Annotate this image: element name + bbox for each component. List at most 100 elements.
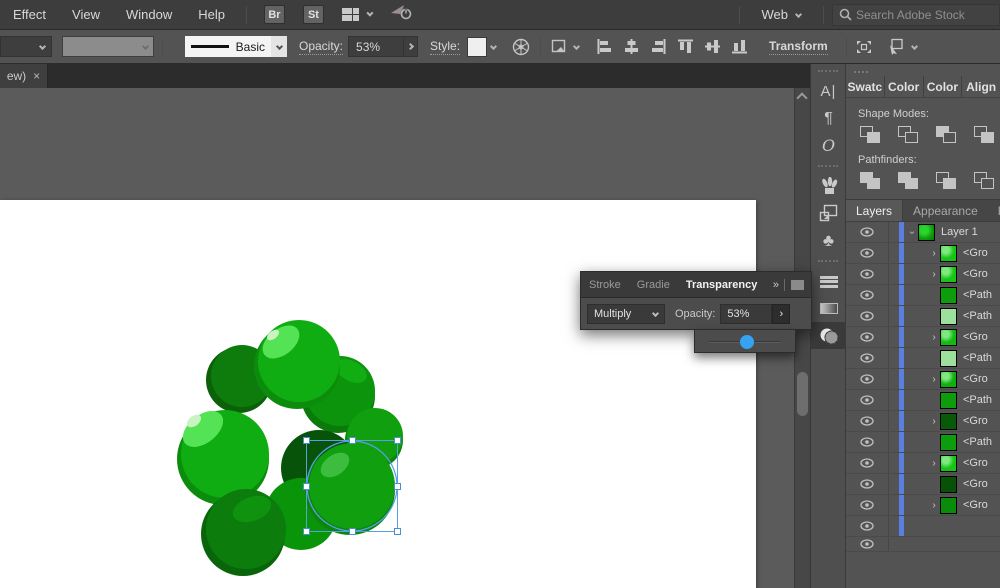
stock-button[interactable]: St bbox=[302, 5, 324, 24]
workspace-switcher-button[interactable] bbox=[341, 7, 374, 22]
share-button[interactable] bbox=[390, 4, 412, 25]
visibility-toggle[interactable] bbox=[846, 516, 889, 536]
layer-thumbnail[interactable] bbox=[940, 307, 957, 325]
layer-label[interactable]: <Gro bbox=[963, 268, 988, 280]
panel-menu-icon[interactable] bbox=[791, 279, 804, 290]
layer-row[interactable]: › <Gro bbox=[846, 327, 1000, 348]
layer-row[interactable]: <Path bbox=[846, 306, 1000, 327]
layer-row[interactable]: <Gro bbox=[846, 474, 1000, 495]
transform-panel-icon[interactable] bbox=[811, 200, 846, 227]
layer-label[interactable]: <Path bbox=[963, 289, 992, 301]
menu-effect[interactable]: Effect bbox=[0, 0, 59, 30]
handle-bottom-right[interactable] bbox=[394, 528, 401, 535]
gradient-panel-icon[interactable] bbox=[811, 295, 846, 322]
free-transform-button[interactable] bbox=[855, 39, 873, 55]
symbols-panel-icon[interactable]: ♣ bbox=[811, 227, 846, 254]
layer-row[interactable]: <Path bbox=[846, 432, 1000, 453]
opacity-value-field[interactable]: 53% bbox=[348, 36, 405, 57]
search-input[interactable] bbox=[856, 7, 974, 22]
brushes-panel-icon[interactable] bbox=[811, 173, 846, 200]
brush-definition-dropdown[interactable]: Basic bbox=[185, 36, 287, 57]
visibility-toggle[interactable] bbox=[846, 411, 889, 431]
layer-thumbnail[interactable] bbox=[918, 223, 935, 241]
canvas-area[interactable] bbox=[0, 88, 810, 588]
shape-mode-minus-front-icon[interactable] bbox=[898, 126, 920, 144]
layer-expand-chevron[interactable]: › bbox=[928, 500, 940, 511]
pathfinder-trim-icon[interactable] bbox=[898, 172, 920, 190]
layer-row[interactable]: › <Gro bbox=[846, 264, 1000, 285]
bridge-button[interactable]: Br bbox=[263, 5, 285, 24]
layer-thumbnail[interactable] bbox=[940, 328, 957, 346]
handle-top-left[interactable] bbox=[303, 437, 310, 444]
opacity-slider-button[interactable]: › bbox=[772, 303, 791, 324]
layer-thumbnail[interactable] bbox=[940, 349, 957, 367]
select-similar-button[interactable] bbox=[887, 38, 918, 55]
profile-dropdown[interactable]: Web bbox=[748, 7, 816, 22]
visibility-toggle[interactable] bbox=[846, 243, 889, 263]
layer-label[interactable]: Layer 1 bbox=[941, 226, 978, 238]
layer-thumbnail[interactable] bbox=[940, 496, 957, 514]
collapse-panel-icon[interactable]: » bbox=[773, 279, 779, 291]
dock-grip[interactable] bbox=[818, 70, 838, 74]
layer-label[interactable]: <Path bbox=[963, 352, 992, 364]
layer-label[interactable]: <Gro bbox=[963, 457, 988, 469]
layer-thumbnail[interactable] bbox=[940, 433, 957, 451]
layer-expand-chevron[interactable]: › bbox=[928, 269, 940, 280]
dock-grip[interactable] bbox=[818, 165, 838, 169]
stroke-color-swatch[interactable] bbox=[62, 36, 154, 57]
style-dropdown-button[interactable] bbox=[489, 42, 498, 51]
vertical-scrollbar[interactable] bbox=[794, 88, 810, 588]
tab-align[interactable]: Align bbox=[962, 76, 1000, 97]
handle-middle-right[interactable] bbox=[394, 483, 401, 490]
tab-stroke[interactable]: Stroke bbox=[581, 279, 629, 291]
slider-thumb[interactable] bbox=[740, 335, 755, 349]
pathfinder-merge-icon[interactable] bbox=[936, 172, 958, 190]
layer-label[interactable]: <Gro bbox=[963, 499, 988, 511]
opacity-stepper-button[interactable] bbox=[404, 36, 419, 57]
visibility-toggle[interactable] bbox=[846, 432, 889, 452]
layer-row[interactable]: <Path bbox=[846, 390, 1000, 411]
align-bottom-button[interactable] bbox=[732, 39, 748, 54]
menu-view[interactable]: View bbox=[59, 0, 113, 30]
layer-label[interactable]: <Gro bbox=[963, 373, 988, 385]
close-icon[interactable]: × bbox=[33, 69, 40, 83]
visibility-toggle[interactable] bbox=[846, 264, 889, 284]
layer-expand-chevron[interactable]: › bbox=[928, 374, 940, 385]
opacity-link[interactable]: Opacity: bbox=[299, 39, 344, 55]
layer-thumbnail[interactable] bbox=[940, 412, 957, 430]
layer-thumbnail[interactable] bbox=[940, 370, 957, 388]
layer-row[interactable]: › Layer 1 bbox=[846, 222, 1000, 243]
layer-row[interactable] bbox=[846, 516, 1000, 537]
tab-color-guide[interactable]: Color bbox=[924, 76, 963, 97]
shape-mode-exclude-icon[interactable] bbox=[974, 126, 996, 144]
visibility-toggle[interactable] bbox=[846, 495, 889, 515]
tab-properties[interactable]: Prop bbox=[988, 200, 1000, 221]
opentype-panel-icon[interactable]: O bbox=[811, 132, 846, 159]
handle-top-right[interactable] bbox=[394, 437, 401, 444]
adobe-stock-search[interactable] bbox=[832, 3, 1000, 26]
artboard-options-button[interactable] bbox=[551, 39, 581, 55]
layer-row[interactable]: › <Gro bbox=[846, 453, 1000, 474]
layer-thumbnail[interactable] bbox=[940, 475, 957, 493]
tab-gradient[interactable]: Gradie bbox=[629, 279, 678, 291]
visibility-toggle[interactable] bbox=[846, 474, 889, 494]
style-link[interactable]: Style: bbox=[430, 39, 461, 55]
character-panel-icon[interactable]: A| bbox=[811, 78, 846, 105]
align-top-button[interactable] bbox=[678, 39, 694, 54]
tab-swatches[interactable]: Swatc bbox=[846, 76, 885, 97]
pathfinder-divide-icon[interactable] bbox=[860, 172, 882, 190]
visibility-toggle[interactable] bbox=[846, 537, 889, 551]
align-middle-button[interactable] bbox=[705, 39, 721, 54]
panel-grip[interactable] bbox=[854, 71, 868, 73]
handle-bottom-left[interactable] bbox=[303, 528, 310, 535]
menu-help[interactable]: Help bbox=[185, 0, 238, 30]
layer-label[interactable]: <Path bbox=[963, 310, 992, 322]
panel-opacity-field[interactable]: 53% bbox=[720, 303, 773, 324]
visibility-toggle[interactable] bbox=[846, 390, 889, 410]
visibility-toggle[interactable] bbox=[846, 285, 889, 305]
transparency-floating-panel[interactable]: Stroke Gradie Transparency » Multiply Op… bbox=[580, 271, 812, 330]
layer-thumbnail[interactable] bbox=[940, 265, 957, 283]
slider-track[interactable] bbox=[709, 335, 781, 349]
visibility-toggle[interactable] bbox=[846, 369, 889, 389]
layer-expand-chevron[interactable]: › bbox=[928, 332, 940, 343]
